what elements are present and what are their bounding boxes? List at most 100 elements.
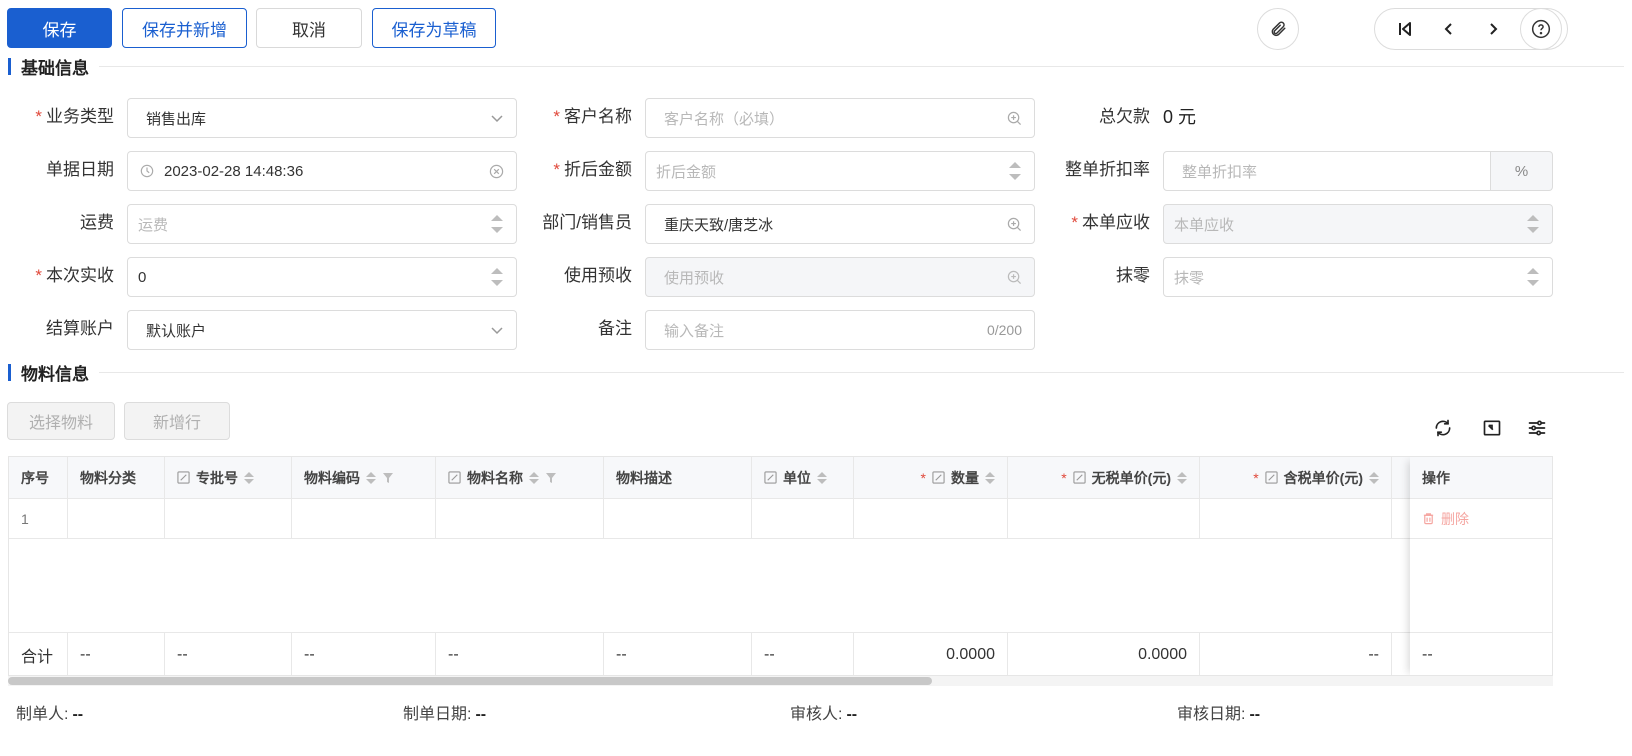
section-title: 物料信息 — [21, 364, 89, 384]
chevron-left-icon — [1444, 23, 1452, 35]
refresh-button[interactable] — [1431, 416, 1455, 440]
save-button[interactable]: 保存 — [7, 8, 112, 48]
freight-input[interactable]: 运费 — [127, 204, 517, 244]
sort-icon[interactable] — [817, 471, 827, 484]
use-prepaid-input: 使用预收 — [645, 257, 1035, 297]
sort-icon[interactable] — [529, 471, 539, 484]
select-material-button[interactable]: 选择物料 — [7, 402, 115, 440]
fullscreen-button[interactable] — [1480, 416, 1504, 440]
refresh-icon — [1435, 419, 1451, 437]
col-quantity[interactable]: * 数量 — [854, 457, 1008, 498]
section-marker — [8, 57, 11, 75]
summary-cell: -- — [165, 633, 292, 675]
cell-description[interactable] — [604, 499, 752, 538]
col-name[interactable]: 物料名称 — [436, 457, 604, 498]
col-net-price[interactable]: * 无税单价(元) — [1008, 457, 1200, 498]
actual-received-input[interactable]: 0 — [127, 257, 517, 297]
add-row-button[interactable]: 新增行 — [124, 402, 230, 440]
trash-icon — [1423, 513, 1434, 525]
use-prepaid-label: 使用预收 — [564, 266, 632, 285]
summary-cell: -- — [68, 633, 165, 675]
skip-first-icon — [1399, 22, 1411, 36]
percent-suffix: % — [1491, 151, 1553, 191]
chevron-down-icon — [491, 327, 503, 335]
edit-icon — [932, 471, 945, 484]
save-draft-button[interactable]: 保存为草稿 — [372, 8, 496, 48]
summary-label: 合计 — [9, 633, 68, 675]
remark-input[interactable]: 输入备注 0/200 — [645, 310, 1035, 350]
operation-column: 操作 删除 -- — [1410, 457, 1552, 675]
summary-net-price: 0.0000 — [1008, 633, 1200, 675]
receivable-input: 本单应收 — [1163, 204, 1553, 244]
remark-label: 备注 — [598, 319, 632, 338]
delete-row-button[interactable]: 删除 — [1410, 499, 1552, 539]
question-icon — [1531, 19, 1551, 39]
discounted-amount-label: * 折后金额 — [553, 160, 632, 179]
creator-info: 制单人: -- — [16, 706, 84, 723]
filter-icon[interactable] — [545, 472, 557, 484]
cell-net-price[interactable] — [1008, 499, 1200, 538]
col-batch[interactable]: 专批号 — [165, 457, 292, 498]
cell-quantity[interactable] — [854, 499, 1008, 538]
number-stepper — [1526, 215, 1540, 233]
help-button[interactable] — [1520, 8, 1562, 50]
zoom-search-icon — [1007, 270, 1022, 284]
number-stepper[interactable] — [1008, 162, 1022, 180]
business-type-label: * 业务类型 — [35, 107, 114, 126]
column-settings-button[interactable] — [1525, 416, 1549, 440]
dept-sales-input[interactable]: 重庆天致/唐芝冰 — [645, 204, 1035, 244]
summary-row: 合计 -- -- -- -- -- -- 0.0000 0.0000 -- — [9, 632, 1552, 675]
sort-icon[interactable] — [244, 471, 254, 484]
summary-cell: -- — [292, 633, 436, 675]
first-record-button[interactable] — [1387, 11, 1423, 47]
sort-icon[interactable] — [1177, 471, 1187, 484]
table-row[interactable]: 1 — [9, 499, 1552, 539]
created-date-info: 制单日期: -- — [403, 706, 487, 723]
summary-cell: -- — [436, 633, 604, 675]
basic-info-section: 基础信息 — [8, 54, 1632, 78]
section-title: 基础信息 — [21, 58, 89, 78]
sort-icon[interactable] — [1369, 471, 1379, 484]
cell-unit[interactable] — [752, 499, 854, 538]
cancel-button[interactable]: 取消 — [256, 8, 362, 48]
cell-batch[interactable] — [165, 499, 292, 538]
rounding-input[interactable]: 抹零 — [1163, 257, 1553, 297]
customer-input[interactable]: 客户名称（必填） — [645, 98, 1035, 138]
sort-icon[interactable] — [366, 471, 376, 484]
account-select[interactable]: 默认账户 — [127, 310, 517, 350]
filter-icon[interactable] — [382, 472, 394, 484]
fullscreen-icon — [1483, 420, 1501, 436]
receivable-label: * 本单应收 — [1071, 213, 1150, 232]
edit-icon — [177, 471, 190, 484]
account-label: 结算账户 — [46, 319, 114, 338]
edit-icon — [1265, 471, 1278, 484]
discount-rate-input[interactable]: 整单折扣率 — [1163, 151, 1491, 191]
table-header: 序号 物料分类 专批号 物料编码 物料名称 物料描述 单位 * 数量 * 无税单… — [9, 457, 1552, 499]
cell-code[interactable] — [292, 499, 436, 538]
next-record-button[interactable] — [1475, 11, 1511, 47]
number-stepper[interactable] — [490, 215, 504, 233]
attachment-button[interactable] — [1257, 8, 1299, 50]
number-stepper[interactable] — [490, 268, 504, 286]
table-scrollbar-thumb[interactable] — [8, 677, 932, 685]
reviewed-date-info: 审核日期: -- — [1177, 706, 1261, 723]
doc-date-picker[interactable]: 2023-02-28 14:48:36 — [127, 151, 517, 191]
col-unit[interactable]: 单位 — [752, 457, 854, 498]
prev-record-button[interactable] — [1431, 11, 1467, 47]
sort-icon[interactable] — [985, 471, 995, 484]
edit-icon — [1073, 471, 1086, 484]
cell-category[interactable] — [68, 499, 165, 538]
save-and-new-button[interactable]: 保存并新增 — [122, 8, 247, 48]
cell-name[interactable] — [436, 499, 604, 538]
business-type-select[interactable]: 销售出库 — [127, 98, 517, 138]
clear-circle-icon[interactable] — [489, 164, 504, 179]
col-gross-price[interactable]: * 含税单价(元) — [1200, 457, 1392, 498]
col-code[interactable]: 物料编码 — [292, 457, 436, 498]
discounted-amount-input[interactable]: 折后金额 — [645, 151, 1035, 191]
cell-gross-price[interactable] — [1200, 499, 1392, 538]
section-marker — [8, 363, 11, 381]
number-stepper[interactable] — [1526, 268, 1540, 286]
actual-received-label: * 本次实收 — [35, 266, 114, 285]
clock-icon — [140, 164, 154, 178]
section-divider — [99, 371, 1624, 373]
